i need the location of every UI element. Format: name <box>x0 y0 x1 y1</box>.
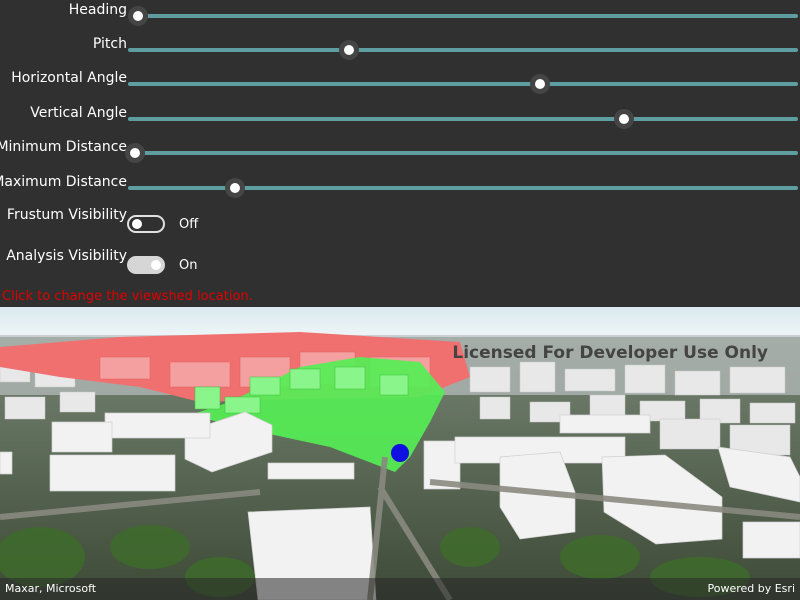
toggle-knob <box>151 260 161 270</box>
heading-label: Heading <box>68 2 127 18</box>
maximum-distance-slider-thumb[interactable] <box>225 178 246 198</box>
minimum-distance-slider-thumb[interactable] <box>124 143 145 163</box>
heading-slider-track[interactable] <box>128 14 798 18</box>
frustum-visibility-toggle[interactable] <box>127 215 165 233</box>
pitch-slider-thumb[interactable] <box>339 40 360 60</box>
pitch-slider-row: Pitch <box>0 34 800 62</box>
scene-view[interactable]: Licensed For Developer Use Only Maxar, M… <box>0 307 800 600</box>
powered-by-text[interactable]: Powered by Esri <box>707 582 795 595</box>
frustum-visibility-row: Frustum Visibility Off <box>0 207 800 237</box>
attribution-bar: Maxar, Microsoft Powered by Esri <box>0 578 800 600</box>
heading-slider-row: Heading <box>0 0 800 28</box>
horizontal-angle-slider-row: Horizontal Angle <box>0 68 800 96</box>
horizontal-angle-label: Horizontal Angle <box>11 70 127 86</box>
analysis-visibility-label: Analysis Visibility <box>6 248 127 264</box>
minimum-distance-slider-track[interactable] <box>128 151 798 155</box>
horizontal-angle-slider-thumb[interactable] <box>530 74 551 94</box>
frustum-visibility-label: Frustum Visibility <box>6 207 127 223</box>
analysis-visibility-row: Analysis Visibility On <box>0 248 800 278</box>
observer-point-marker[interactable] <box>391 444 409 462</box>
vertical-angle-slider-thumb[interactable] <box>613 109 634 129</box>
pitch-slider-track[interactable] <box>128 48 798 52</box>
viewshed-hint-text: Click to change the viewshed location. <box>2 289 253 304</box>
maximum-distance-slider-row: Maximum Distance <box>0 172 800 200</box>
controls-panel: Heading Pitch Horizontal Angle Vertical … <box>0 0 800 307</box>
frustum-visibility-state: Off <box>179 217 199 232</box>
analysis-visibility-state: On <box>179 258 198 273</box>
minimum-distance-slider-row: Minimum Distance <box>0 137 800 165</box>
attribution-text: Maxar, Microsoft <box>5 582 97 595</box>
vertical-angle-label: Vertical Angle <box>30 105 127 121</box>
license-watermark: Licensed For Developer Use Only <box>452 343 768 363</box>
analysis-visibility-toggle[interactable] <box>127 256 165 274</box>
minimum-distance-label: Minimum Distance <box>0 139 127 155</box>
vertical-angle-slider-row: Vertical Angle <box>0 103 800 131</box>
maximum-distance-label: Maximum Distance <box>0 174 127 190</box>
vertical-angle-slider-track[interactable] <box>128 117 798 121</box>
heading-slider-thumb[interactable] <box>128 6 149 26</box>
toggle-knob <box>132 219 142 229</box>
horizontal-angle-slider-track[interactable] <box>128 82 798 86</box>
pitch-label: Pitch <box>92 36 127 52</box>
